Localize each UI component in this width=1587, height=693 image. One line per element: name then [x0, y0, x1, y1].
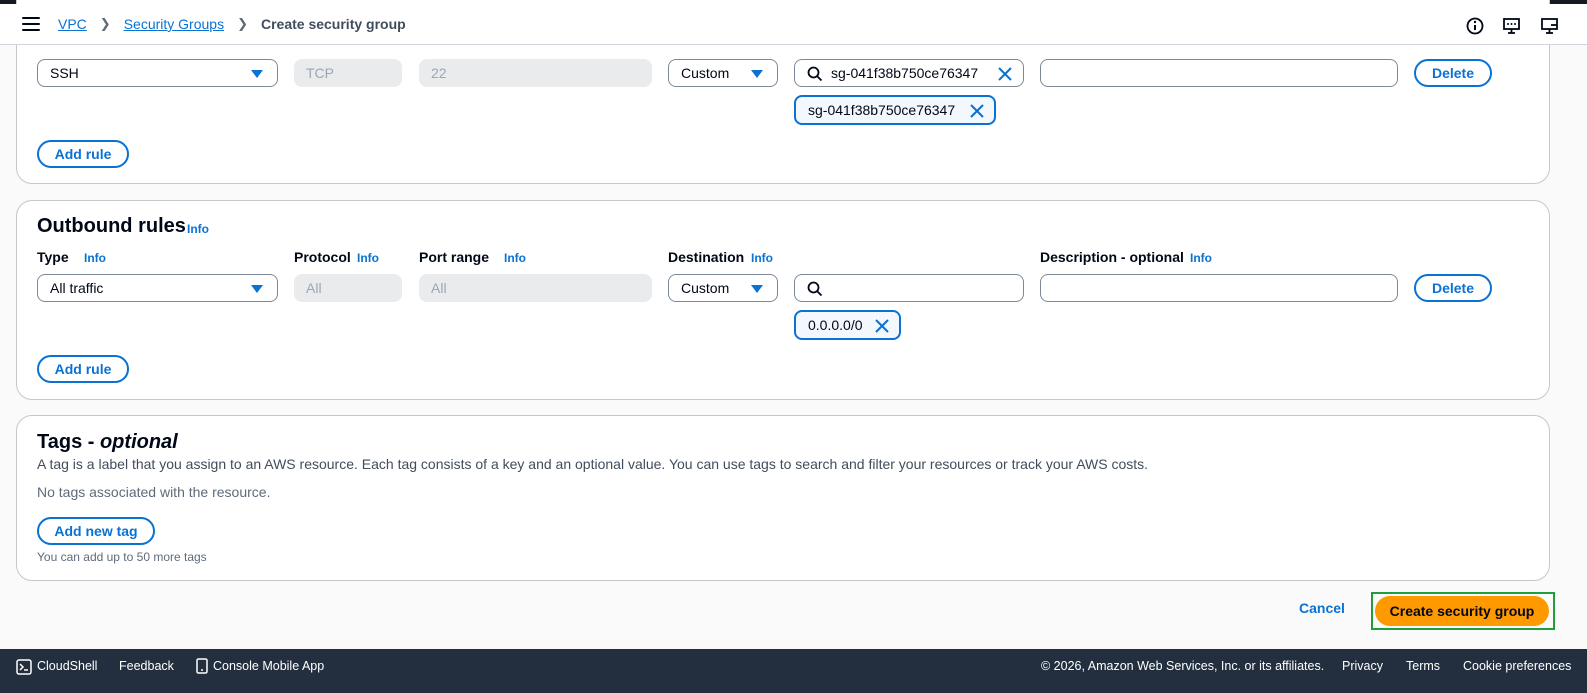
tags-limit-text: You can add up to 50 more tags	[37, 550, 207, 564]
breadcrumb: VPC ❯ Security Groups ❯ Create security …	[58, 16, 406, 32]
outbound-description-input[interactable]	[1040, 274, 1398, 302]
outbound-destination-token: 0.0.0.0/0	[794, 310, 901, 340]
outbound-port-value: All	[431, 280, 447, 296]
inbound-delete-button[interactable]: Delete	[1414, 59, 1492, 87]
terminal-icon	[16, 659, 32, 675]
inbound-source-token: sg-041f38b750ce76347	[794, 95, 996, 125]
outbound-add-rule-button[interactable]: Add rule	[37, 355, 129, 383]
top-header: VPC ❯ Security Groups ❯ Create security …	[0, 4, 1587, 45]
inbound-type-select[interactable]: SSH	[37, 59, 278, 87]
feedback-link[interactable]: Feedback	[119, 659, 174, 673]
tags-title-main: Tags -	[37, 431, 100, 453]
create-security-group-button[interactable]: Create security group	[1375, 596, 1549, 626]
col-description-label: Description - optional	[1040, 249, 1184, 265]
outbound-destination-value: Custom	[681, 280, 730, 296]
inbound-description-input[interactable]	[1040, 59, 1398, 87]
inbound-port-field: 22	[419, 59, 652, 87]
col-port-range-label: Port range	[419, 249, 490, 265]
inbound-search-value: sg-041f38b750ce76347	[831, 65, 979, 81]
privacy-link[interactable]: Privacy	[1342, 659, 1383, 673]
destination-info-link[interactable]: Info	[751, 251, 773, 265]
caret-down-icon	[751, 70, 763, 78]
outbound-rules-panel: Outbound rules Info Type Info Protocol I…	[16, 200, 1550, 400]
outbound-delete-button[interactable]: Delete	[1414, 274, 1492, 302]
clear-icon[interactable]	[997, 66, 1013, 82]
add-new-tag-button[interactable]: Add new tag	[37, 517, 155, 545]
breadcrumb-current: Create security group	[260, 16, 406, 32]
chevron-right-icon: ❯	[237, 16, 248, 31]
description-info-link[interactable]: Info	[1190, 251, 1212, 265]
breadcrumb-security-groups[interactable]: Security Groups	[124, 16, 224, 32]
breadcrumb-vpc[interactable]: VPC	[58, 16, 87, 32]
remove-token-icon[interactable]	[970, 104, 984, 118]
outbound-protocol-value: All	[306, 280, 322, 296]
mobile-phone-icon	[196, 658, 208, 674]
caret-down-icon	[251, 285, 263, 293]
tags-empty-text: No tags associated with the resource.	[37, 484, 271, 500]
inbound-source-value: Custom	[681, 65, 730, 81]
tags-title-optional: optional	[99, 431, 178, 453]
inbound-type-value: SSH	[50, 65, 79, 81]
remove-token-icon[interactable]	[875, 319, 889, 333]
inbound-protocol-value: TCP	[306, 65, 334, 81]
tags-description: A tag is a label that you assign to an A…	[37, 456, 1149, 472]
inbound-add-rule-button[interactable]: Add rule	[37, 140, 129, 168]
feedback-screen-icon[interactable]	[1502, 16, 1522, 36]
outbound-title: Outbound rules	[37, 215, 186, 237]
tags-panel: Tags - optional A tag is a label that yo…	[16, 415, 1550, 581]
search-icon	[807, 66, 823, 82]
tags-title: Tags - optional	[37, 431, 178, 454]
protocol-info-link[interactable]: Info	[357, 251, 379, 265]
cookie-preferences-link[interactable]: Cookie preferences	[1463, 659, 1571, 673]
menu-icon[interactable]	[22, 17, 40, 31]
outbound-destination-select[interactable]: Custom	[668, 274, 778, 302]
col-type-label: Type	[37, 249, 69, 265]
cloudshell-link[interactable]: CloudShell	[37, 659, 97, 673]
display-settings-icon[interactable]	[1540, 16, 1560, 36]
outbound-port-field: All	[419, 274, 652, 302]
col-protocol-label: Protocol	[294, 249, 351, 265]
inbound-token-label: sg-041f38b750ce76347	[808, 102, 956, 118]
outbound-type-select[interactable]: All traffic	[37, 274, 278, 302]
console-mobile-app-link[interactable]: Console Mobile App	[213, 659, 324, 673]
col-destination-label: Destination	[668, 249, 745, 265]
outbound-token-label: 0.0.0.0/0	[808, 317, 863, 333]
outbound-destination-search[interactable]	[794, 274, 1024, 302]
outbound-protocol-field: All	[294, 274, 402, 302]
inbound-source-select[interactable]: Custom	[668, 59, 778, 87]
info-icon[interactable]	[1465, 16, 1485, 36]
cancel-button[interactable]: Cancel	[1299, 600, 1345, 616]
copyright-text: © 2026, Amazon Web Services, Inc. or its…	[1041, 659, 1325, 673]
caret-down-icon	[751, 285, 763, 293]
type-info-link[interactable]: Info	[84, 251, 106, 265]
inbound-source-search[interactable]: sg-041f38b750ce76347	[794, 59, 1024, 87]
outbound-info-link[interactable]: Info	[187, 222, 209, 236]
terms-link[interactable]: Terms	[1406, 659, 1440, 673]
chevron-right-icon: ❯	[99, 16, 111, 31]
inbound-port-value: 22	[431, 65, 447, 81]
caret-down-icon	[251, 70, 263, 78]
port-range-info-link[interactable]: Info	[504, 251, 526, 265]
console-footer: CloudShell Feedback Console Mobile App ©…	[0, 649, 1587, 693]
search-icon	[807, 281, 823, 297]
outbound-type-value: All traffic	[50, 280, 104, 296]
inbound-protocol-field: TCP	[294, 59, 402, 87]
